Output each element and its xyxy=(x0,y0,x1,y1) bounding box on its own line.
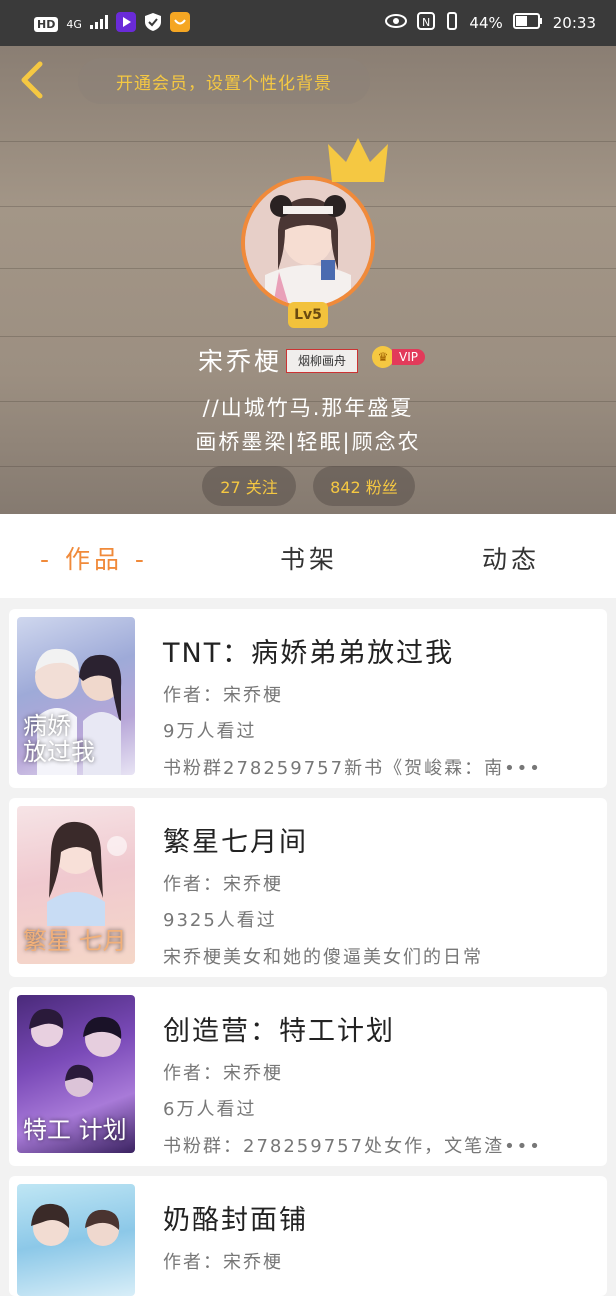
avatar-portrait-icon xyxy=(245,180,371,306)
book-author: 作者：宋乔梗 xyxy=(163,1252,283,1273)
signal-icon xyxy=(89,15,108,33)
back-arrow-icon[interactable] xyxy=(14,60,54,100)
book-description: 宋乔梗美女和她的傻逼美女们的日常 xyxy=(163,947,483,968)
vibrate-icon xyxy=(445,12,459,34)
status-bar: HD 4G N 44% 20:33 xyxy=(0,0,616,46)
profile-header: 开通会员，设置个性化背景 Lv5 宋乔梗 烟柳画舟 ♛ VIP //山城竹马.那… xyxy=(0,46,616,514)
book-card[interactable]: 特工 计划 创造营：特工计划 作者：宋乔梗 6万人看过 书粉群：27825975… xyxy=(9,987,607,1166)
book-views: 9万人看过 xyxy=(163,721,257,742)
book-author: 作者：宋乔梗 xyxy=(163,874,283,895)
cover-art-icon xyxy=(31,1203,120,1246)
book-cover xyxy=(17,1184,135,1296)
book-description: 书粉群278259757新书《贺峻霖：南••• xyxy=(163,758,542,779)
battery-icon xyxy=(512,13,543,33)
store-icon xyxy=(169,12,190,36)
book-author: 作者：宋乔梗 xyxy=(163,1063,283,1084)
vip-label: VIP xyxy=(392,349,425,365)
vip-background-banner[interactable]: 开通会员，设置个性化背景 xyxy=(78,58,370,104)
network-icon: 4G xyxy=(66,17,82,31)
book-card[interactable]: 病娇 放过我 TNT：病娇弟弟放过我 作者：宋乔梗 9万人看过 书粉群27825… xyxy=(9,609,607,788)
svg-text:N: N xyxy=(422,16,430,29)
paper-line xyxy=(0,466,616,467)
followers-count[interactable]: 842 粉丝 xyxy=(313,466,415,506)
paper-line xyxy=(0,336,616,337)
bio-line: 画桥墨梁|轻眠|顾念农 xyxy=(195,430,421,454)
book-views: 6万人看过 xyxy=(163,1099,257,1120)
cover-title: 病娇 放过我 xyxy=(23,712,95,766)
vip-badge: ♛ VIP xyxy=(372,346,425,368)
book-views: 9325人看过 xyxy=(163,910,277,931)
cover-title: 繁星 七月 xyxy=(23,927,127,955)
book-title: 繁星七月间 xyxy=(163,827,308,858)
shield-icon xyxy=(144,12,162,36)
following-count[interactable]: 27 关注 xyxy=(202,466,296,506)
battery-percent: 44% xyxy=(469,14,503,32)
user-tag-badge: 烟柳画舟 xyxy=(286,349,358,373)
crown-icon xyxy=(328,138,388,182)
book-description: 书粉群：278259757处女作，文笔渣••• xyxy=(163,1136,542,1157)
paper-line xyxy=(0,141,616,142)
avatar[interactable] xyxy=(241,176,375,310)
book-author: 作者：宋乔梗 xyxy=(163,685,283,706)
hd-icon: HD xyxy=(34,16,59,32)
book-card[interactable]: 繁星 七月 繁星七月间 作者：宋乔梗 9325人看过 宋乔梗美女和她的傻逼美女们… xyxy=(9,798,607,977)
tab-activity[interactable]: 动态 xyxy=(482,540,540,576)
crown-coin-icon: ♛ xyxy=(372,346,394,368)
clock: 20:33 xyxy=(552,14,596,32)
book-cover: 特工 计划 xyxy=(17,995,135,1153)
book-title: 奶酪封面铺 xyxy=(163,1205,308,1236)
tab-works[interactable]: - 作品 - xyxy=(40,540,148,576)
profile-tabs: - 作品 - 书架 动态 xyxy=(0,514,616,598)
username: 宋乔梗 xyxy=(198,347,283,376)
cover-title: 特工 计划 xyxy=(23,1116,127,1144)
book-title: TNT：病娇弟弟放过我 xyxy=(163,638,455,669)
book-cover: 病娇 放过我 xyxy=(17,617,135,775)
book-cover: 繁星 七月 xyxy=(17,806,135,964)
level-badge: Lv5 xyxy=(288,302,328,328)
tab-bookshelf[interactable]: 书架 xyxy=(280,540,338,576)
nfc-icon: N xyxy=(417,12,436,34)
eye-icon xyxy=(385,14,408,32)
book-card[interactable]: 奶酪封面铺 作者：宋乔梗 xyxy=(9,1176,607,1296)
app-icon xyxy=(115,12,136,36)
bio-line: //山城竹马.那年盛夏 xyxy=(202,396,414,420)
book-title: 创造营：特工计划 xyxy=(163,1016,395,1047)
